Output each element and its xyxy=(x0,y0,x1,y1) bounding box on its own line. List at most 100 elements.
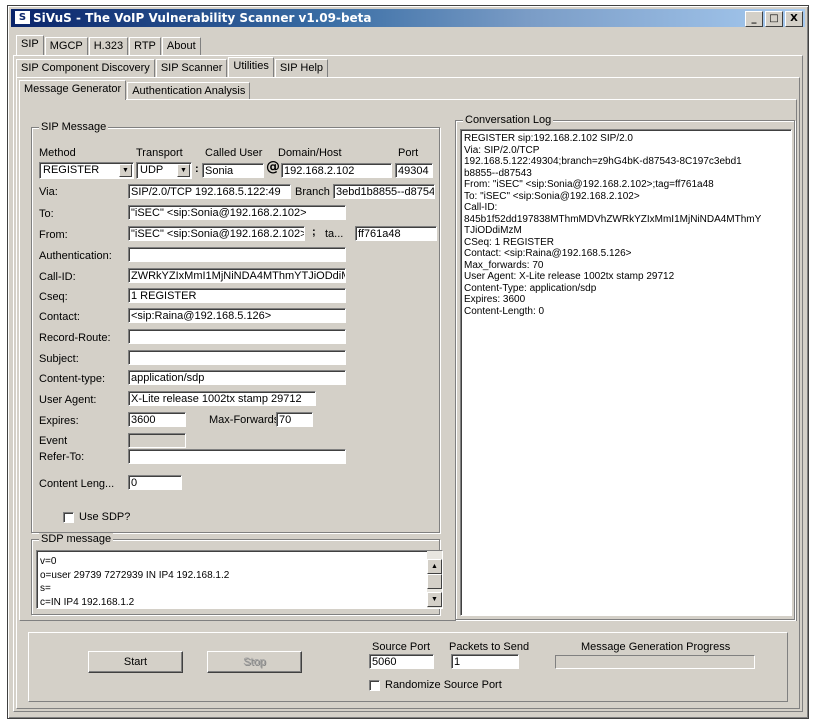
log-line: User Agent: X-Lite release 1002tx stamp … xyxy=(464,271,675,282)
tab-sip-help[interactable]: SIP Help xyxy=(274,59,329,78)
scroll-up-icon[interactable]: ▲ xyxy=(427,559,442,574)
port-input[interactable]: 49304 xyxy=(395,163,433,178)
record-route-label: Record-Route: xyxy=(39,332,111,344)
packets-to-send-label: Packets to Send xyxy=(449,641,530,653)
sdp-line: o=user 29739 7272939 IN IP4 192.168.1.2 xyxy=(40,569,230,581)
close-button[interactable]: X xyxy=(785,11,803,27)
transport-header: Transport xyxy=(136,147,183,159)
sdp-textarea[interactable]: v=0 o=user 29739 7272939 IN IP4 192.168.… xyxy=(36,550,443,609)
user-agent-input[interactable]: X-Lite release 1002tx stamp 29712 xyxy=(128,391,316,406)
tab-rtp[interactable]: RTP xyxy=(129,37,161,56)
app-logo-icon: S xyxy=(15,11,30,24)
branch-input[interactable]: 3ebd1b8855--d87543 xyxy=(333,184,435,199)
start-button[interactable]: Start xyxy=(88,651,183,673)
tag-label: ta... xyxy=(325,228,344,240)
second-tabs: SIP Component Discovery SIP Scanner Util… xyxy=(16,57,329,79)
log-line: Via: SIP/2.0/TCP xyxy=(464,144,540,156)
randomize-source-port-checkbox[interactable] xyxy=(369,680,380,691)
contact-input[interactable]: <sip:Raina@192.168.5.126> xyxy=(128,308,346,323)
sdp-line: c=IN IP4 192.168.1.2 xyxy=(40,596,135,608)
log-line: From: "iSEC" <sip:Sonia@192.168.2.102>;t… xyxy=(464,179,714,190)
at-sign: @ xyxy=(266,159,280,175)
conversation-log-group-label: Conversation Log xyxy=(463,114,554,126)
log-line: CSeq: 1 REGISTER xyxy=(464,236,555,248)
log-line: Expires: 3600 xyxy=(464,294,526,305)
contact-label: Contact: xyxy=(39,311,80,323)
call-id-input[interactable]: ZWRkYZIxMmI1MjNiNDA4MThmYTJiODdiMzM xyxy=(128,268,346,283)
cseq-input[interactable]: 1 REGISTER xyxy=(128,288,346,303)
source-port-input[interactable]: 5060 xyxy=(369,654,434,669)
method-value: REGISTER xyxy=(43,164,100,176)
log-line: Content-Type: application/sdp xyxy=(464,282,597,294)
randomize-source-port-label[interactable]: Randomize Source Port xyxy=(385,679,502,691)
log-line: REGISTER sip:192.168.2.102 SIP/2.0 xyxy=(464,133,633,144)
transport-value: UDP xyxy=(140,164,164,176)
use-sdp-label[interactable]: Use SDP? xyxy=(79,511,130,523)
sdp-message-group-label: SDP message xyxy=(39,533,114,545)
main-window: S SiVuS - The VoIP Vulnerability Scanner… xyxy=(7,5,809,719)
from-input[interactable]: "iSEC" <sip:Sonia@192.168.2.102> xyxy=(128,226,305,241)
scroll-down-icon[interactable]: ▼ xyxy=(427,592,442,607)
maximize-button[interactable]: □ xyxy=(765,11,783,27)
scroll-thumb[interactable] xyxy=(427,574,442,589)
authentication-label: Authentication: xyxy=(39,250,112,262)
via-label: Via: xyxy=(39,186,58,198)
port-header: Port xyxy=(398,147,419,159)
called-user-input[interactable]: Sonia xyxy=(202,163,264,178)
max-forwards-label: Max-Forwards: xyxy=(209,414,283,426)
subject-input[interactable] xyxy=(128,350,346,365)
transport-select[interactable]: UDP ▼ xyxy=(136,162,192,179)
stop-button[interactable]: Stop xyxy=(207,651,302,673)
conversation-log-textarea[interactable]: REGISTER sip:192.168.2.102 SIP/2.0 Via: … xyxy=(460,129,792,616)
minimize-button[interactable]: _ xyxy=(745,11,763,27)
log-line: b8855--d87543 xyxy=(464,167,532,179)
via-input[interactable]: SIP/2.0/TCP 192.168.5.122:49 xyxy=(128,184,291,199)
event-input[interactable] xyxy=(128,433,186,448)
log-line: To: "iSEC" <sip:Sonia@192.168.2.102> xyxy=(464,190,640,202)
log-line: Contact: <sip:Raina@192.168.5.126> xyxy=(464,248,632,259)
window-title: SiVuS - The VoIP Vulnerability Scanner v… xyxy=(33,11,372,25)
title-bar[interactable]: S SiVuS - The VoIP Vulnerability Scanner… xyxy=(11,9,805,27)
content-type-input[interactable]: application/sdp xyxy=(128,370,346,385)
user-agent-label: User Agent: xyxy=(39,394,97,406)
tab-utilities[interactable]: Utilities xyxy=(228,57,274,77)
refer-to-label: Refer-To: xyxy=(39,451,85,463)
expires-input[interactable]: 3600 xyxy=(128,412,186,427)
top-tabs: SIP MGCP H.323 RTP About xyxy=(16,35,202,57)
tab-sip-component-discovery[interactable]: SIP Component Discovery xyxy=(16,59,155,78)
tab-mgcp[interactable]: MGCP xyxy=(44,37,88,56)
tab-sip-scanner[interactable]: SIP Scanner xyxy=(155,59,228,78)
tab-about[interactable]: About xyxy=(161,37,201,56)
message-generation-progress-bar xyxy=(555,655,755,669)
authentication-input[interactable] xyxy=(128,247,346,262)
record-route-input[interactable] xyxy=(128,329,346,344)
tag-input[interactable]: ff761a48 xyxy=(355,226,437,241)
from-separator: ; xyxy=(312,226,316,238)
log-line: Max_forwards: 70 xyxy=(464,259,544,271)
sdp-line: v=0 xyxy=(40,556,57,567)
cseq-label: Cseq: xyxy=(39,291,68,303)
log-line: Content-Length: 0 xyxy=(464,305,545,317)
use-sdp-checkbox[interactable] xyxy=(63,512,74,523)
sdp-scrollbar[interactable]: ▲ ▼ xyxy=(427,551,442,608)
method-select[interactable]: REGISTER ▼ xyxy=(39,162,134,179)
to-input[interactable]: "iSEC" <sip:Sonia@192.168.2.102> xyxy=(128,205,346,220)
chevron-down-icon[interactable]: ▼ xyxy=(119,164,132,177)
chevron-down-icon[interactable]: ▼ xyxy=(177,164,190,177)
content-length-input[interactable]: 0 xyxy=(128,475,182,490)
to-label: To: xyxy=(39,208,54,220)
log-line: TJiODdiMzM xyxy=(464,225,522,236)
sdp-lines: v=0 o=user 29739 7272939 IN IP4 192.168.… xyxy=(40,556,229,608)
tab-sip[interactable]: SIP xyxy=(16,35,44,55)
event-label: Event xyxy=(39,435,68,447)
max-forwards-input[interactable]: 70 xyxy=(276,412,313,427)
content-length-label: Content Leng... xyxy=(39,478,115,490)
tab-message-generator[interactable]: Message Generator xyxy=(19,80,127,100)
domain-header: Domain/Host xyxy=(278,147,342,159)
refer-to-input[interactable] xyxy=(128,449,346,464)
packets-to-send-input[interactable]: 1 xyxy=(451,654,519,669)
branch-label: Branch xyxy=(295,186,330,198)
subject-label: Subject: xyxy=(39,353,79,365)
tab-h323[interactable]: H.323 xyxy=(88,37,129,56)
domain-input[interactable]: 192.168.2.102 xyxy=(281,163,392,178)
